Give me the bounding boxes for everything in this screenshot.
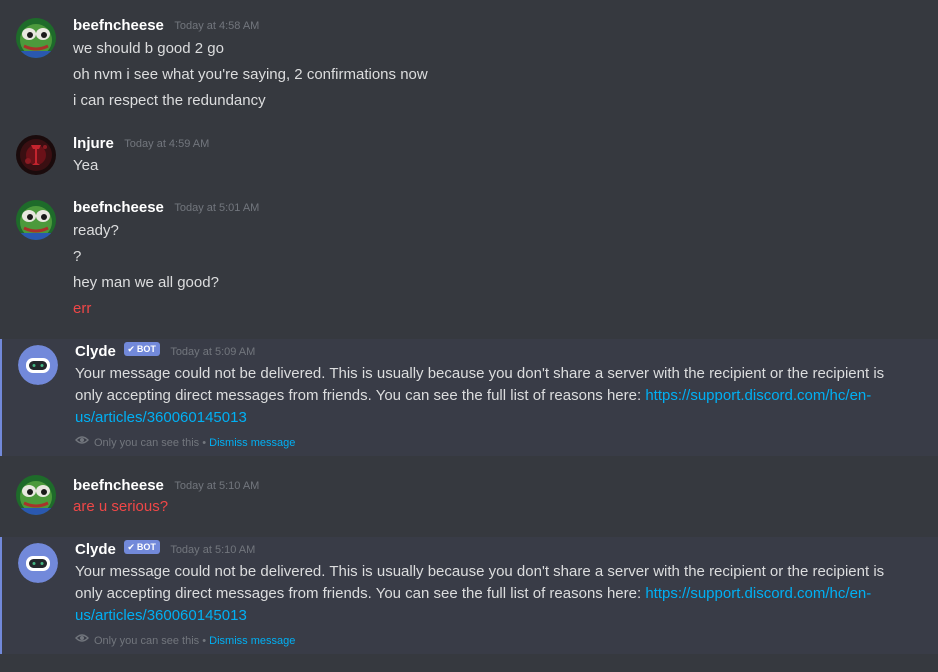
message-group: lnjure Today at 4:59 AM Yea — [0, 124, 938, 186]
separator: • — [202, 635, 207, 647]
frog-avatar-icon[interactable] — [16, 200, 56, 240]
failed-message-text: err — [73, 300, 92, 317]
message-group: beefncheese Today at 5:10 AM are u serio… — [0, 464, 938, 530]
message-text: ready? — [73, 222, 119, 239]
message-group: beefncheese Today at 4:58 AM we should b… — [0, 0, 938, 124]
eye-icon — [75, 632, 89, 648]
frog-avatar-icon[interactable] — [16, 18, 56, 58]
message-timestamp[interactable]: Today at 5:09 AM — [170, 346, 255, 358]
message-timestamp[interactable]: Today at 4:59 AM — [124, 138, 209, 150]
bot-message-text: Your message could not be delivered. Thi… — [75, 563, 885, 624]
username[interactable]: beefncheese — [73, 199, 164, 216]
separator: • — [202, 437, 207, 449]
message-text: hey man we all good? — [73, 274, 219, 291]
message-text: ? — [73, 248, 82, 265]
dismiss-message-link[interactable]: Dismiss message — [209, 437, 295, 449]
frog-avatar-icon[interactable] — [16, 475, 56, 515]
message-text: we should b good 2 go — [73, 40, 224, 57]
clyde-robot-avatar-icon[interactable] — [18, 345, 58, 385]
checkmark-icon: ✔ — [127, 542, 135, 552]
message-timestamp[interactable]: Today at 5:10 AM — [170, 544, 255, 556]
failed-message-text: are u serious? — [73, 498, 169, 515]
ephemeral-notice: Only you can see this • Dismiss message — [75, 633, 295, 649]
bot-tag: ✔ BOT — [124, 540, 160, 554]
red-dark-avatar-icon[interactable] — [16, 135, 56, 175]
username[interactable]: Clyde — [75, 343, 116, 360]
message-group: beefncheese Today at 5:01 AM ready? ? he… — [0, 186, 938, 332]
bot-tag: ✔ BOT — [124, 342, 160, 356]
bot-message-text: Your message could not be delivered. Thi… — [75, 365, 885, 426]
bot-message-group: Clyde ✔ BOT Today at 5:09 AM Your message… — [0, 339, 938, 456]
message-timestamp[interactable]: Today at 5:01 AM — [174, 202, 259, 214]
message-text: oh nvm i see what you're saying, 2 confi… — [73, 66, 428, 83]
clyde-robot-avatar-icon[interactable] — [18, 543, 58, 583]
ephemeral-label: Only you can see this — [94, 437, 200, 449]
username[interactable]: beefncheese — [73, 17, 164, 34]
username[interactable]: beefncheese — [73, 477, 164, 494]
ephemeral-notice: Only you can see this • Dismiss message — [75, 435, 295, 451]
dismiss-message-link[interactable]: Dismiss message — [209, 635, 295, 647]
username[interactable]: Clyde — [75, 541, 116, 558]
eye-icon — [75, 434, 89, 450]
ephemeral-label: Only you can see this — [94, 635, 200, 647]
message-text: Yea — [73, 157, 99, 174]
username[interactable]: lnjure — [73, 135, 114, 152]
message-timestamp[interactable]: Today at 4:58 AM — [174, 20, 259, 32]
chat-messages: beefncheese Today at 4:58 AM we should b… — [0, 0, 938, 672]
bot-message-group: Clyde ✔ BOT Today at 5:10 AM Your message… — [0, 537, 938, 654]
message-timestamp[interactable]: Today at 5:10 AM — [174, 480, 259, 492]
checkmark-icon: ✔ — [127, 344, 135, 354]
message-text: i can respect the redundancy — [73, 92, 266, 109]
